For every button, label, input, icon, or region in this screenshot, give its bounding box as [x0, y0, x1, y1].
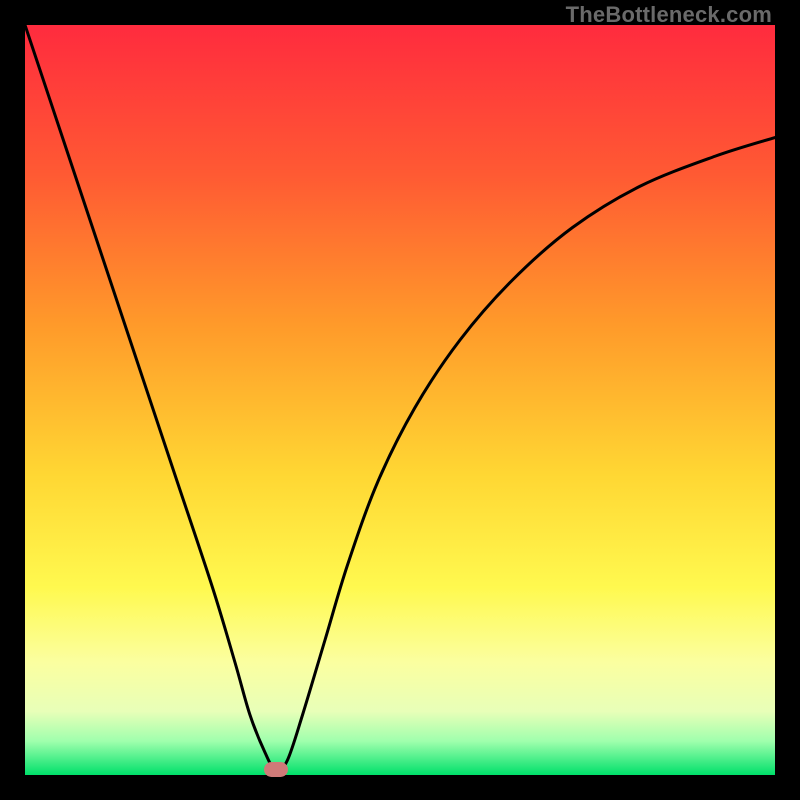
minimum-marker: [264, 762, 288, 777]
plot-frame: [25, 25, 775, 775]
bottleneck-chart: [25, 25, 775, 775]
watermark-text: TheBottleneck.com: [566, 2, 772, 28]
gradient-background: [25, 25, 775, 775]
